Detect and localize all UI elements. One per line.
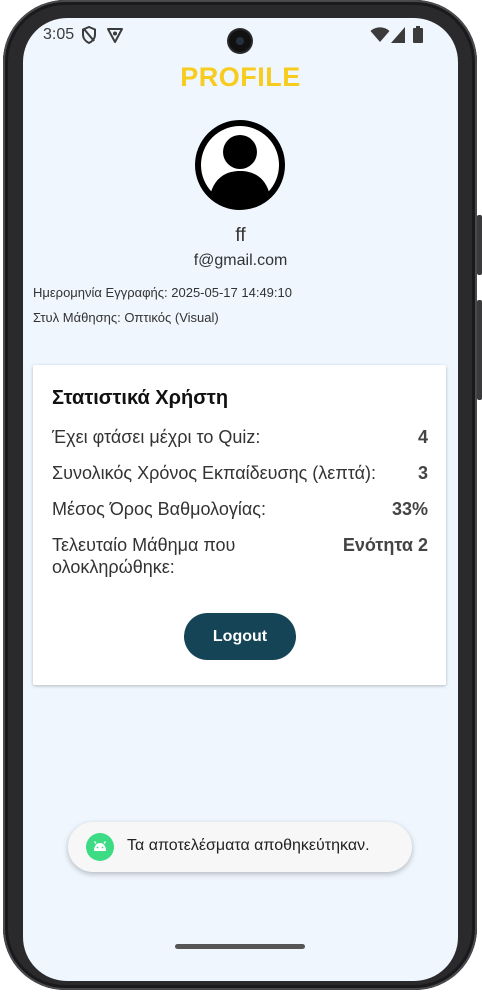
logout-button[interactable]: Logout [184,613,296,660]
stat-value: 33% [391,499,428,519]
stat-label: Έχει φτάσει μέχρι το Quiz: [52,427,261,447]
power-button [477,300,482,400]
stat-value: 4 [417,427,428,447]
stat-label: Μέσος Όρος Βαθμολογίας: [52,499,266,519]
toast-text: Τα αποτελέσματα αποθηκεύτηκαν. [127,837,370,854]
vpn-key-icon [106,26,124,49]
toast-notification: Τα αποτελέσματα αποθηκεύτηκαν. [68,822,412,872]
status-time: 3:05 [43,26,75,43]
stats-title: Στατιστικά Χρήστη [52,387,229,409]
account-circle-icon [194,119,286,211]
volume-button [477,215,482,275]
cellular-icon [391,27,405,48]
battery-icon [413,26,423,48]
user-stats-card: Στατιστικά Χρήστη Έχει φτάσει μέχρι το Q… [33,365,446,685]
app-screen: 3:05 PROFILE ff f@gmail.com Ημερομηνία Ε… [23,18,458,981]
home-gesture-bar[interactable] [175,944,305,949]
user-email: f@gmail.com [193,252,288,269]
stat-label-line1: Τελευταίο Μάθημα που [52,535,236,555]
page-title: PROFILE [180,62,301,92]
stat-value: 3 [417,463,428,483]
stat-label-line2: ολοκληρώθηκε: [52,557,175,577]
wifi-icon [370,27,390,48]
stat-row-last-lesson: Τελευταίο Μάθημα που ολοκληρώθηκε: Ενότη… [52,534,428,578]
front-camera [229,30,251,52]
stat-label: Συνολικός Χρόνος Εκπαίδευσης (λεπτά): [52,463,376,483]
learning-style: Στυλ Μάθησης: Οπτικός (Visual) [33,310,219,325]
android-icon [86,833,114,861]
username: ff [235,225,246,246]
stat-value: Ενότητα 2 [342,535,428,555]
shield-icon [81,25,97,49]
registration-date: Ημερομηνία Εγγραφής: 2025-05-17 14:49:10 [33,285,292,300]
phone-frame: 3:05 PROFILE ff f@gmail.com Ημερομηνία Ε… [0,0,482,994]
